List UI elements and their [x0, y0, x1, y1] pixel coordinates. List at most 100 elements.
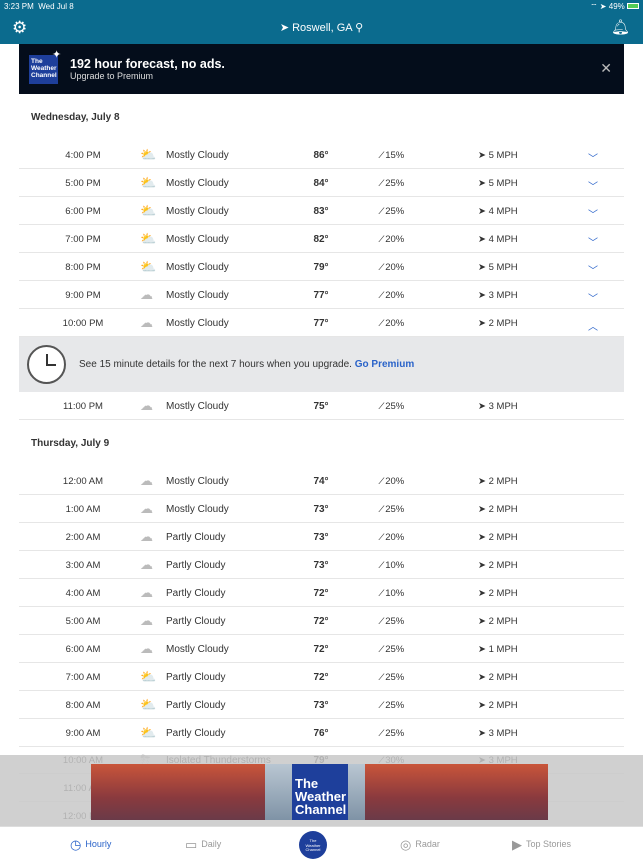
premium-promo[interactable]: See 15 minute details for the next 7 hou…: [19, 337, 624, 392]
bell-icon[interactable]: 🔔︎: [611, 18, 630, 36]
wind-arrow-icon: ➤: [478, 672, 489, 683]
condition-text: Mostly Cloudy: [166, 644, 229, 655]
chevron-up-icon[interactable]: ︿: [588, 318, 598, 333]
hourly-row[interactable]: ⛅ 7:00 AM Partly Cloudy 72° ⁄ 25% ➤ 2 MPH: [19, 663, 624, 691]
search-icon: ⚲: [355, 22, 364, 34]
cloudy-night-icon: ☁: [140, 398, 153, 413]
precip-chance: ⁄ 20%: [381, 234, 405, 245]
partly-sunny-icon: ⛅: [140, 175, 157, 190]
condition-text: Mostly Cloudy: [166, 206, 229, 217]
sparkle-icon: ✦: [52, 49, 62, 61]
cloudy-night-icon: ☁: [140, 473, 153, 488]
partly-sunny-icon: ⛅: [140, 669, 157, 684]
chevron-down-icon[interactable]: ﹀: [588, 262, 598, 277]
temperature: 73°: [313, 700, 329, 711]
hour-time: 12:00 AM: [62, 476, 104, 487]
temperature: 74°: [313, 476, 329, 487]
location-label: Roswell, GA: [292, 22, 353, 34]
battery-level: 49%: [608, 2, 625, 11]
hourly-row[interactable]: ☁ 1:00 AM Mostly Cloudy 73° ⁄ 25% ➤ 2 MPH: [19, 495, 624, 523]
ad-logo: The Weather Channel: [292, 764, 348, 820]
chevron-down-icon[interactable]: ﹀: [588, 206, 598, 221]
wind-speed: ➤ 5 MPH: [478, 150, 518, 161]
condition-text: Mostly Cloudy: [166, 318, 229, 329]
wind-arrow-icon: ➤: [478, 644, 489, 655]
partly-cloudy-night-icon: ☁: [140, 557, 153, 572]
promo-text: See 15 minute details for the next 7 hou…: [79, 359, 352, 370]
hourly-row[interactable]: ⛅ 7:00 PM Mostly Cloudy 82° ⁄ 20% ➤ 4 MPH ﹀: [19, 225, 624, 253]
go-premium-link[interactable]: Go Premium: [355, 359, 414, 370]
tab-top-stories[interactable]: ▶ Top Stories: [512, 837, 571, 853]
hourly-row[interactable]: ☁ 5:00 AM Partly Cloudy 72° ⁄ 25% ➤ 2 MPH: [19, 607, 624, 635]
precip-chance: ⁄ 25%: [381, 178, 405, 189]
hour-time: 4:00 AM: [65, 588, 101, 599]
condition-text: Mostly Cloudy: [166, 178, 229, 189]
wind-arrow-icon: ➤: [478, 560, 489, 571]
partly-sunny-icon: ⛅: [140, 697, 157, 712]
wind-speed: ➤ 2 MPH: [478, 700, 518, 711]
precip-chance: ⁄ 15%: [381, 150, 405, 161]
precip-chance: ⁄ 25%: [381, 644, 405, 655]
close-icon[interactable]: ✕: [600, 60, 612, 77]
hourly-row[interactable]: ☁ 12:00 AM Mostly Cloudy 74° ⁄ 20% ➤ 2 MPH: [19, 467, 624, 495]
hour-time: 5:00 AM: [65, 616, 101, 627]
hourly-row[interactable]: ☁ 9:00 PM Mostly Cloudy 77° ⁄ 20% ➤ 3 MPH ﹀: [19, 281, 624, 309]
wind-arrow-icon: ➤: [478, 290, 489, 301]
tab-radar[interactable]: ◎ Radar: [400, 837, 440, 853]
partly-cloudy-night-icon: ☁: [140, 613, 153, 628]
temperature: 73°: [313, 560, 329, 571]
hourly-row[interactable]: ☁ 6:00 AM Mostly Cloudy 72° ⁄ 25% ➤ 1 MPH: [19, 635, 624, 663]
hour-time: 3:00 AM: [65, 560, 101, 571]
chevron-down-icon[interactable]: ﹀: [588, 178, 598, 193]
wind-speed: ➤ 3 MPH: [478, 401, 518, 412]
condition-text: Partly Cloudy: [166, 560, 226, 571]
wind-arrow-icon: ➤: [478, 318, 489, 329]
wind-speed: ➤ 2 MPH: [478, 504, 518, 515]
hourly-row[interactable]: ⛅ 8:00 AM Partly Cloudy 73° ⁄ 25% ➤ 2 MPH: [19, 691, 624, 719]
chevron-down-icon[interactable]: ﹀: [588, 150, 598, 165]
ad-banner[interactable]: The Weather Channel: [91, 764, 548, 820]
status-time: 3:23 PM: [4, 2, 34, 11]
hourly-row[interactable]: ☁ 10:00 PM Mostly Cloudy 77° ⁄ 20% ➤ 2 MPH ︿: [19, 309, 624, 337]
condition-text: Mostly Cloudy: [166, 234, 229, 245]
precip-chance: ⁄ 10%: [381, 588, 405, 599]
wind-arrow-icon: ➤: [478, 234, 489, 245]
hour-time: 6:00 AM: [65, 644, 101, 655]
hourly-row[interactable]: ⛅ 5:00 PM Mostly Cloudy 84° ⁄ 25% ➤ 5 MPH ﹀: [19, 169, 624, 197]
chevron-down-icon[interactable]: ﹀: [588, 234, 598, 249]
location-button[interactable]: ➤ Roswell, GA ⚲: [0, 21, 643, 34]
hourly-row[interactable]: ⛅ 6:00 PM Mostly Cloudy 83° ⁄ 25% ➤ 4 MPH ﹀: [19, 197, 624, 225]
wind-speed: ➤ 4 MPH: [478, 206, 518, 217]
condition-text: Partly Cloudy: [166, 532, 226, 543]
partly-sunny-icon: ⛅: [140, 203, 157, 218]
temperature: 86°: [313, 150, 329, 161]
precip-chance: ⁄ 25%: [381, 504, 405, 515]
tab-daily[interactable]: ▭ Daily: [185, 837, 221, 853]
hourly-row[interactable]: ⛅ 4:00 PM Mostly Cloudy 86° ⁄ 15% ➤ 5 MPH ﹀: [19, 141, 624, 169]
hourly-row[interactable]: ☁ 4:00 AM Partly Cloudy 72° ⁄ 10% ➤ 2 MPH: [19, 579, 624, 607]
wind-arrow-icon: ➤: [478, 476, 489, 487]
hourly-row[interactable]: ☁ 2:00 AM Partly Cloudy 73° ⁄ 20% ➤ 2 MPH: [19, 523, 624, 551]
hourly-row[interactable]: ⛅ 8:00 PM Mostly Cloudy 79° ⁄ 20% ➤ 5 MPH ﹀: [19, 253, 624, 281]
partly-cloudy-night-icon: ☁: [140, 529, 153, 544]
chevron-down-icon[interactable]: ﹀: [588, 290, 598, 305]
hourly-row[interactable]: ☁ 3:00 AM Partly Cloudy 73° ⁄ 10% ➤ 2 MPH: [19, 551, 624, 579]
status-date: Wed Jul 8: [38, 2, 74, 11]
wind-speed: ➤ 2 MPH: [478, 318, 518, 329]
hourly-row[interactable]: ☁ 11:00 PM Mostly Cloudy 75° ⁄ 25% ➤ 3 MPH: [19, 392, 624, 420]
play-icon: ▶: [512, 837, 522, 852]
battery-icon: [627, 3, 639, 9]
clock-icon: [27, 345, 66, 384]
precip-chance: ⁄ 25%: [381, 700, 405, 711]
hourly-row[interactable]: ⛅ 9:00 AM Partly Cloudy 76° ⁄ 25% ➤ 3 MPH: [19, 719, 624, 747]
wind-arrow-icon: ➤: [478, 616, 489, 627]
temperature: 72°: [313, 616, 329, 627]
precip-chance: ⁄ 20%: [381, 290, 405, 301]
weather-channel-home-button[interactable]: The Weather Channel: [299, 831, 327, 859]
wifi-icon: ⌔ ➤: [590, 2, 607, 11]
condition-text: Mostly Cloudy: [166, 290, 229, 301]
tab-hourly[interactable]: ◷ Hourly: [70, 837, 111, 853]
premium-banner[interactable]: The Weather Channel ✦ 192 hour forecast, n…: [19, 44, 624, 94]
condition-text: Partly Cloudy: [166, 700, 226, 711]
hour-time: 11:00 PM: [63, 401, 103, 412]
